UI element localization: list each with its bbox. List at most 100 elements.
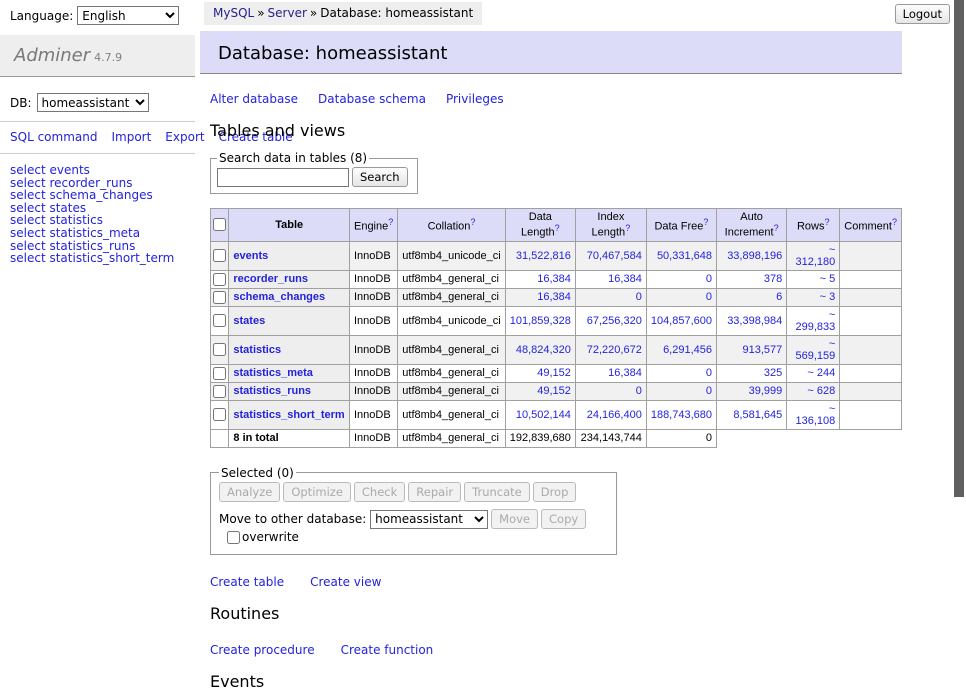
selected-action-button[interactable]: Repair: [408, 482, 461, 502]
selected-action-button[interactable]: Optimize: [283, 482, 351, 502]
copy-button[interactable]: Copy: [541, 509, 586, 529]
column-help-link[interactable]: ?: [470, 217, 475, 227]
table-link[interactable]: statistics_short_term: [233, 409, 344, 421]
database-action-link[interactable]: Database schema: [318, 92, 426, 106]
column-help-link[interactable]: ?: [774, 223, 779, 233]
column-help-link[interactable]: ?: [555, 223, 560, 233]
auto-increment-link[interactable]: 6: [776, 291, 782, 303]
data-length-link[interactable]: 16,384: [537, 291, 571, 303]
table-link[interactable]: schema_changes: [233, 291, 325, 303]
select-table-link[interactable]: select statistics_short_term: [10, 251, 174, 265]
row-select-checkbox[interactable]: [213, 408, 226, 421]
data-free-link[interactable]: 0: [706, 385, 712, 397]
data-free-link[interactable]: 0: [706, 273, 712, 285]
overwrite-checkbox[interactable]: [227, 531, 240, 544]
db-selector-row: DB:homeassistant: [0, 77, 195, 122]
table-link[interactable]: statistics_meta: [233, 367, 313, 379]
index-length-link[interactable]: 70,467,584: [587, 250, 642, 262]
data-length-link[interactable]: 48,824,320: [516, 344, 571, 356]
rows-link[interactable]: ~ 569,159: [795, 338, 835, 362]
database-action-link[interactable]: Alter database: [210, 92, 298, 106]
data-length-link[interactable]: 49,152: [537, 385, 571, 397]
language-select[interactable]: English: [77, 6, 179, 25]
auto-increment-link[interactable]: 378: [764, 273, 782, 285]
column-help-link[interactable]: ?: [625, 223, 630, 233]
search-button[interactable]: Search: [352, 167, 408, 187]
table-link[interactable]: recorder_runs: [233, 273, 308, 285]
search-input[interactable]: [217, 168, 349, 187]
rows-link[interactable]: ~ 628: [807, 385, 835, 397]
column-help-link[interactable]: ?: [388, 217, 393, 227]
index-length-link[interactable]: 72,220,672: [587, 344, 642, 356]
cell-comment: [840, 306, 902, 335]
row-select-checkbox[interactable]: [213, 249, 226, 262]
db-select[interactable]: homeassistant: [37, 93, 149, 112]
total-cell-engine: InnoDB: [349, 429, 397, 447]
rows-link[interactable]: ~ 5: [820, 273, 836, 285]
auto-increment-link[interactable]: 8,581,645: [733, 409, 782, 421]
row-select-checkbox[interactable]: [213, 314, 226, 327]
sidebar-action-link[interactable]: Import: [111, 130, 151, 144]
routine-create-link[interactable]: Create procedure: [210, 643, 315, 657]
scrollbar-track[interactable]: [952, 0, 966, 543]
table-link[interactable]: events: [233, 250, 268, 262]
index-length-link[interactable]: 16,384: [608, 367, 642, 379]
data-length-link[interactable]: 16,384: [537, 273, 571, 285]
data-free-link[interactable]: 104,857,600: [651, 315, 712, 327]
scrollbar-thumb[interactable]: [954, 0, 964, 497]
logout-button[interactable]: Logout: [895, 4, 950, 24]
auto-increment-link[interactable]: 325: [764, 367, 782, 379]
sidebar-action-link[interactable]: SQL command: [10, 130, 97, 144]
breadcrumb-server-type-link[interactable]: MySQL: [213, 6, 254, 20]
move-button[interactable]: Move: [491, 509, 538, 529]
data-length-link[interactable]: 49,152: [537, 367, 571, 379]
row-select-checkbox[interactable]: [213, 273, 226, 286]
cell-rows: ~ 299,833: [787, 306, 840, 335]
row-select-checkbox[interactable]: [213, 343, 226, 356]
row-select-checkbox[interactable]: [213, 367, 226, 380]
index-length-link[interactable]: 0: [636, 385, 642, 397]
rows-link[interactable]: ~ 3: [820, 291, 836, 303]
data-free-link[interactable]: 0: [706, 291, 712, 303]
index-length-link[interactable]: 24,166,400: [587, 409, 642, 421]
create-link[interactable]: Create table: [210, 575, 284, 589]
routine-create-link[interactable]: Create function: [341, 643, 434, 657]
auto-increment-link[interactable]: 33,398,984: [727, 315, 782, 327]
table-link[interactable]: statistics_runs: [233, 385, 311, 397]
database-action-link[interactable]: Privileges: [446, 92, 504, 106]
data-length-link[interactable]: 10,502,144: [516, 409, 571, 421]
move-database-select[interactable]: homeassistant: [370, 510, 488, 529]
selected-action-button[interactable]: Analyze: [219, 482, 280, 502]
index-length-link[interactable]: 67,256,320: [587, 315, 642, 327]
select-all-checkbox[interactable]: [213, 218, 226, 231]
row-select-checkbox[interactable]: [213, 291, 226, 304]
selected-action-button[interactable]: Check: [354, 482, 405, 502]
data-free-link[interactable]: 0: [706, 367, 712, 379]
auto-increment-link[interactable]: 33,898,196: [727, 250, 782, 262]
auto-increment-link[interactable]: 39,999: [749, 385, 783, 397]
sidebar-action-link[interactable]: Export: [165, 130, 204, 144]
selected-fieldset: Selected (0) AnalyzeOptimizeCheckRepairT…: [210, 466, 617, 555]
data-free-link[interactable]: 50,331,648: [657, 250, 712, 262]
column-help-link[interactable]: ?: [825, 217, 830, 227]
create-link[interactable]: Create view: [310, 575, 381, 589]
breadcrumb-server-link[interactable]: Server: [268, 6, 307, 20]
data-free-link[interactable]: 6,291,456: [663, 344, 712, 356]
table-link[interactable]: states: [233, 315, 265, 327]
selected-action-button[interactable]: Drop: [533, 482, 577, 502]
rows-link[interactable]: ~ 136,108: [795, 403, 835, 427]
auto-increment-link[interactable]: 913,577: [742, 344, 782, 356]
data-free-link[interactable]: 188,743,680: [651, 409, 712, 421]
column-help-link[interactable]: ?: [892, 217, 897, 227]
rows-link[interactable]: ~ 244: [807, 367, 835, 379]
rows-link[interactable]: ~ 299,833: [795, 309, 835, 333]
data-length-link[interactable]: 101,859,328: [510, 315, 571, 327]
index-length-link[interactable]: 0: [636, 291, 642, 303]
index-length-link[interactable]: 16,384: [608, 273, 642, 285]
table-link[interactable]: statistics: [233, 344, 281, 356]
row-select-checkbox[interactable]: [213, 385, 226, 398]
data-length-link[interactable]: 31,522,816: [516, 250, 571, 262]
column-help-link[interactable]: ?: [703, 217, 708, 227]
selected-action-button[interactable]: Truncate: [464, 482, 530, 502]
rows-link[interactable]: ~ 312,180: [795, 244, 835, 268]
